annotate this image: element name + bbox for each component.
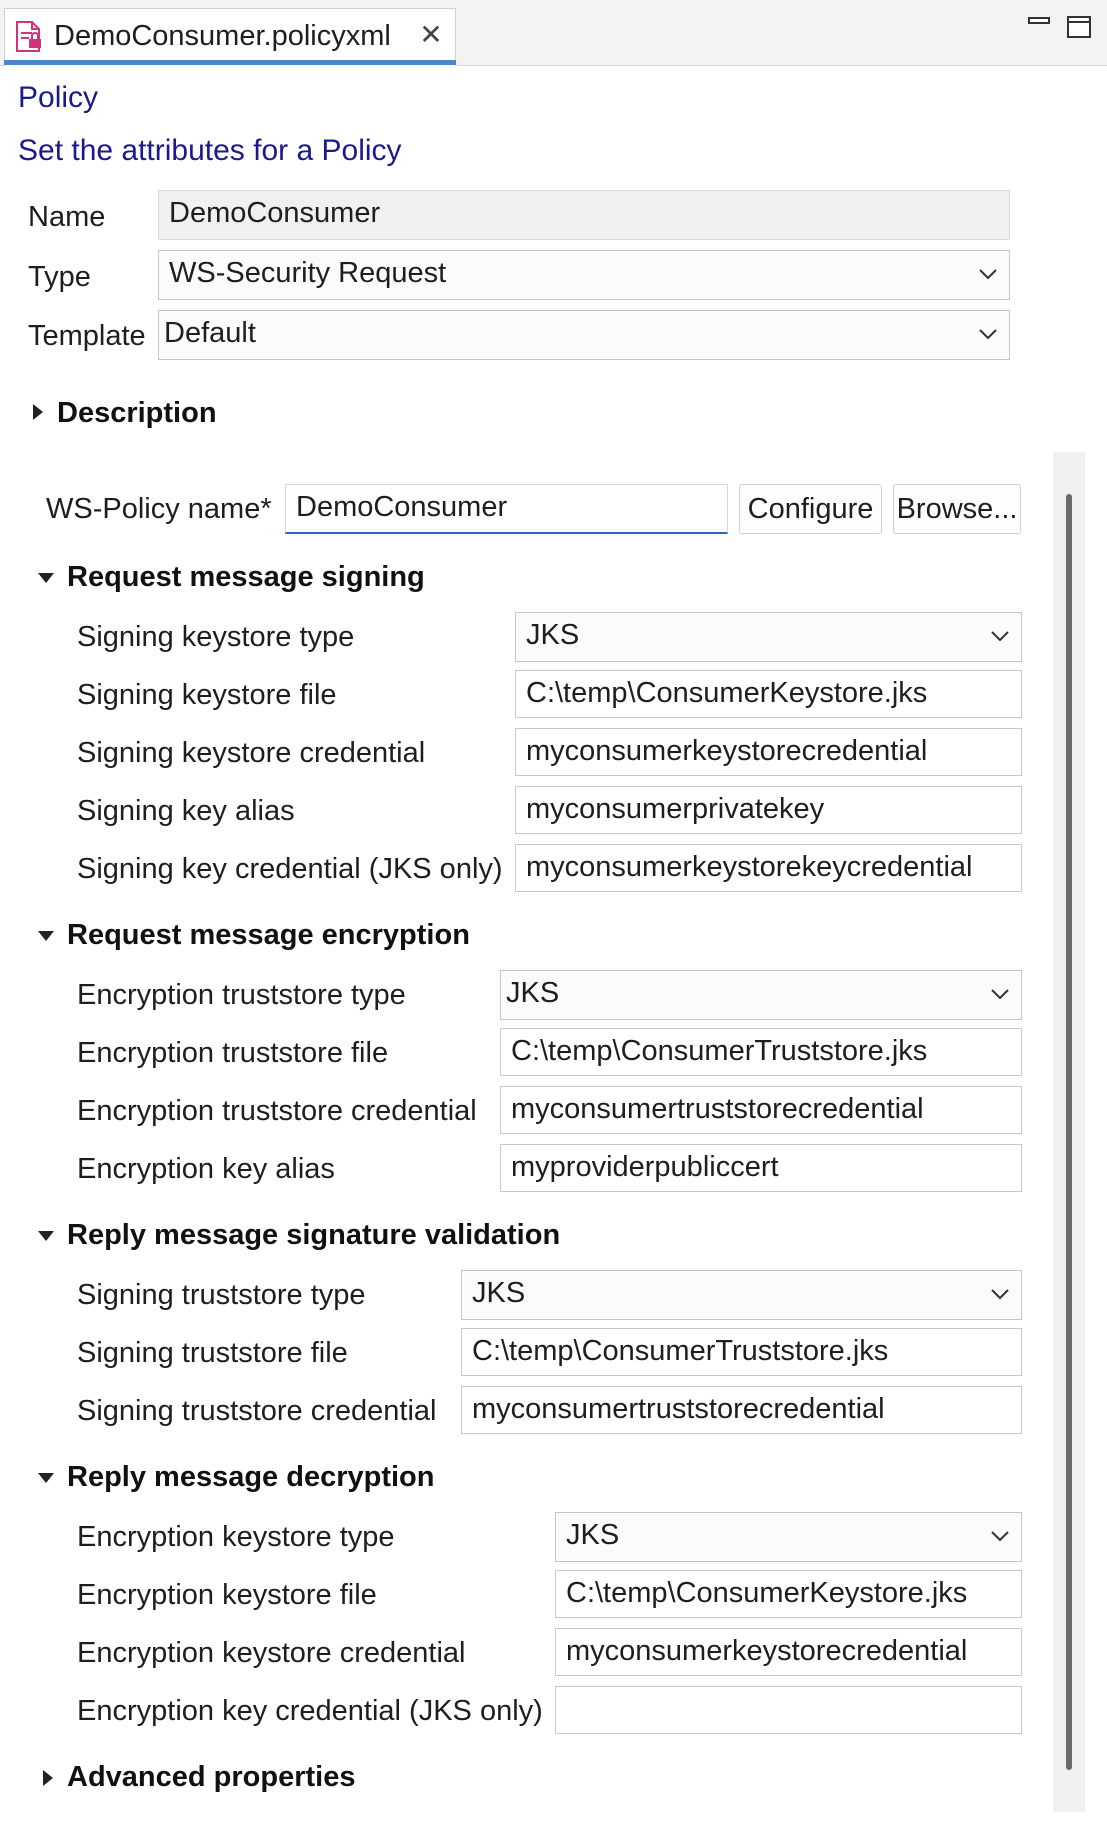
signing-keystore-type-label: Signing keystore type (77, 621, 355, 653)
name-field[interactable]: DemoConsumer (158, 190, 1010, 240)
chevron-down-icon (991, 631, 1009, 642)
encryption-key-credential-label: Encryption key credential (JKS only) (77, 1695, 543, 1727)
encryption-truststore-credential-label: Encryption truststore credential (77, 1095, 477, 1127)
encryption-keystore-type-value: JKS (566, 1519, 620, 1551)
encryption-truststore-type-dropdown[interactable]: JKS (500, 970, 1022, 1020)
request-encryption-section-header[interactable]: Request message encryption (67, 918, 470, 952)
signing-truststore-type-value: JKS (472, 1277, 526, 1309)
chevron-down-icon (991, 1289, 1009, 1300)
type-dropdown[interactable]: WS-Security Request (158, 250, 1010, 300)
chevron-down-icon (991, 1531, 1009, 1542)
encryption-keystore-type-label: Encryption keystore type (77, 1521, 395, 1553)
signing-keystore-file-label: Signing keystore file (77, 679, 337, 711)
name-label: Name (28, 201, 106, 233)
encryption-keystore-credential-input[interactable]: myconsumerkeystorecredential (555, 1628, 1022, 1676)
encryption-truststore-credential-input[interactable]: myconsumertruststorecredential (500, 1086, 1022, 1134)
reply-signature-section-header[interactable]: Reply message signature validation (67, 1218, 560, 1252)
encryption-key-alias-label: Encryption key alias (77, 1153, 335, 1185)
signing-keystore-credential-input[interactable]: myconsumerkeystorecredential (515, 728, 1022, 776)
policy-file-icon (16, 21, 41, 52)
signing-keystore-file-input[interactable]: C:\temp\ConsumerKeystore.jks (515, 670, 1022, 718)
maximize-icon[interactable] (1064, 12, 1096, 42)
close-tab-icon[interactable]: ✕ (418, 20, 444, 50)
editor-tab-bar: DemoConsumer.policyxml ✕ (0, 0, 1107, 66)
chevron-down-icon (979, 329, 997, 340)
tab-title[interactable]: DemoConsumer.policyxml (54, 18, 391, 54)
collapse-request-signing-icon[interactable] (38, 573, 54, 583)
signing-key-credential-input[interactable]: myconsumerkeystorekeycredential (515, 844, 1022, 892)
signing-keystore-type-dropdown[interactable]: JKS (515, 612, 1022, 662)
signing-key-credential-label: Signing key credential (JKS only) (77, 853, 503, 885)
configure-button[interactable]: Configure (739, 484, 882, 534)
signing-truststore-type-dropdown[interactable]: JKS (461, 1270, 1022, 1320)
encryption-key-credential-input[interactable] (555, 1686, 1022, 1734)
template-label: Template (28, 320, 146, 352)
encryption-keystore-file-label: Encryption keystore file (77, 1579, 377, 1611)
signing-key-alias-label: Signing key alias (77, 795, 295, 827)
wspolicy-name-input[interactable]: DemoConsumer (285, 484, 728, 534)
expand-advanced-properties-icon[interactable] (43, 1770, 53, 1786)
reply-decryption-section-header[interactable]: Reply message decryption (67, 1460, 434, 1494)
template-dropdown-value: Default (164, 317, 256, 349)
encryption-keystore-credential-label: Encryption keystore credential (77, 1637, 466, 1669)
request-signing-section-header[interactable]: Request message signing (67, 560, 425, 594)
signing-keystore-credential-label: Signing keystore credential (77, 737, 426, 769)
template-dropdown[interactable]: Default (158, 310, 1010, 360)
browse-button[interactable]: Browse... (893, 484, 1021, 534)
page-subtitle: Set the attributes for a Policy (18, 134, 402, 167)
encryption-key-alias-input[interactable]: myproviderpubliccert (500, 1144, 1022, 1192)
signing-key-alias-input[interactable]: myconsumerprivatekey (515, 786, 1022, 834)
collapse-reply-signature-icon[interactable] (38, 1231, 54, 1241)
encryption-truststore-file-input[interactable]: C:\temp\ConsumerTruststore.jks (500, 1028, 1022, 1076)
signing-truststore-credential-input[interactable]: myconsumertruststorecredential (461, 1386, 1022, 1434)
advanced-properties-section-header[interactable]: Advanced properties (67, 1760, 355, 1794)
encryption-keystore-file-input[interactable]: C:\temp\ConsumerKeystore.jks (555, 1570, 1022, 1618)
page-title: Policy (18, 81, 99, 114)
scrollbar-thumb[interactable] (1066, 494, 1072, 1770)
signing-truststore-credential-label: Signing truststore credential (77, 1395, 437, 1427)
encryption-truststore-type-label: Encryption truststore type (77, 979, 406, 1011)
collapse-reply-decryption-icon[interactable] (38, 1473, 54, 1483)
chevron-down-icon (991, 989, 1009, 1000)
type-label: Type (28, 261, 91, 293)
encryption-keystore-type-dropdown[interactable]: JKS (555, 1512, 1022, 1562)
minimize-icon[interactable] (1026, 12, 1054, 40)
signing-truststore-file-input[interactable]: C:\temp\ConsumerTruststore.jks (461, 1328, 1022, 1376)
expand-description-icon[interactable] (33, 404, 43, 420)
type-dropdown-value: WS-Security Request (169, 257, 447, 289)
chevron-down-icon (979, 269, 997, 280)
active-tab-indicator (4, 60, 456, 65)
signing-keystore-type-value: JKS (526, 619, 580, 651)
signing-truststore-type-label: Signing truststore type (77, 1279, 366, 1311)
encryption-truststore-file-label: Encryption truststore file (77, 1037, 389, 1069)
description-section-header[interactable]: Description (57, 396, 217, 430)
collapse-request-encryption-icon[interactable] (38, 931, 54, 941)
encryption-truststore-type-value: JKS (506, 977, 560, 1009)
wspolicy-name-label: WS-Policy name* (46, 493, 272, 525)
signing-truststore-file-label: Signing truststore file (77, 1337, 348, 1369)
